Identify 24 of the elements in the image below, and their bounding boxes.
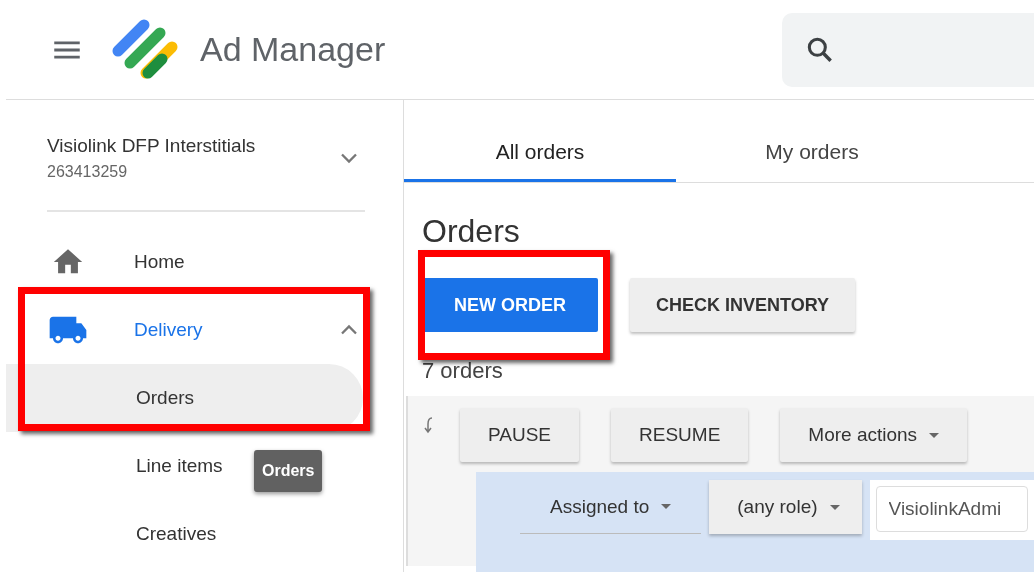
- field-dropdown[interactable]: Assigned to: [520, 480, 702, 534]
- toolbar-button[interactable]: More actions: [780, 408, 968, 462]
- network-id: 263413259: [47, 163, 129, 181]
- role-dropdown[interactable]: (any role): [709, 480, 862, 534]
- order-count: 7 orders: [422, 358, 504, 384]
- toolbar-button[interactable]: RESUME: [611, 408, 749, 462]
- tooltip: Orders: [254, 450, 323, 492]
- caret-icon: [661, 504, 672, 509]
- toolbar-button[interactable]: PAUSE: [460, 408, 579, 462]
- tab[interactable]: All orders: [404, 100, 676, 182]
- nav-item[interactable]: Delivery: [6, 296, 403, 364]
- search-field[interactable]: [782, 12, 1034, 87]
- nav-subitem[interactable]: Line items: [6, 432, 235, 500]
- check-inventory-button[interactable]: CHECK INVENTORY: [630, 278, 856, 332]
- nav-item[interactable]: Home: [6, 228, 403, 296]
- tab[interactable]: My orders: [676, 100, 948, 182]
- page-title: Orders: [422, 213, 521, 250]
- network-name: Visiolink DFP Interstitials: [47, 135, 257, 157]
- caret-icon: [829, 504, 840, 510]
- network-selector[interactable]: Visiolink DFP Interstitials 263413259: [6, 100, 403, 188]
- product-name: Ad Manager: [200, 30, 386, 69]
- caret-icon: [929, 432, 940, 438]
- filter-input[interactable]: VisiolinkAdmi: [875, 486, 1028, 532]
- nav-subitem[interactable]: Creatives: [6, 500, 229, 568]
